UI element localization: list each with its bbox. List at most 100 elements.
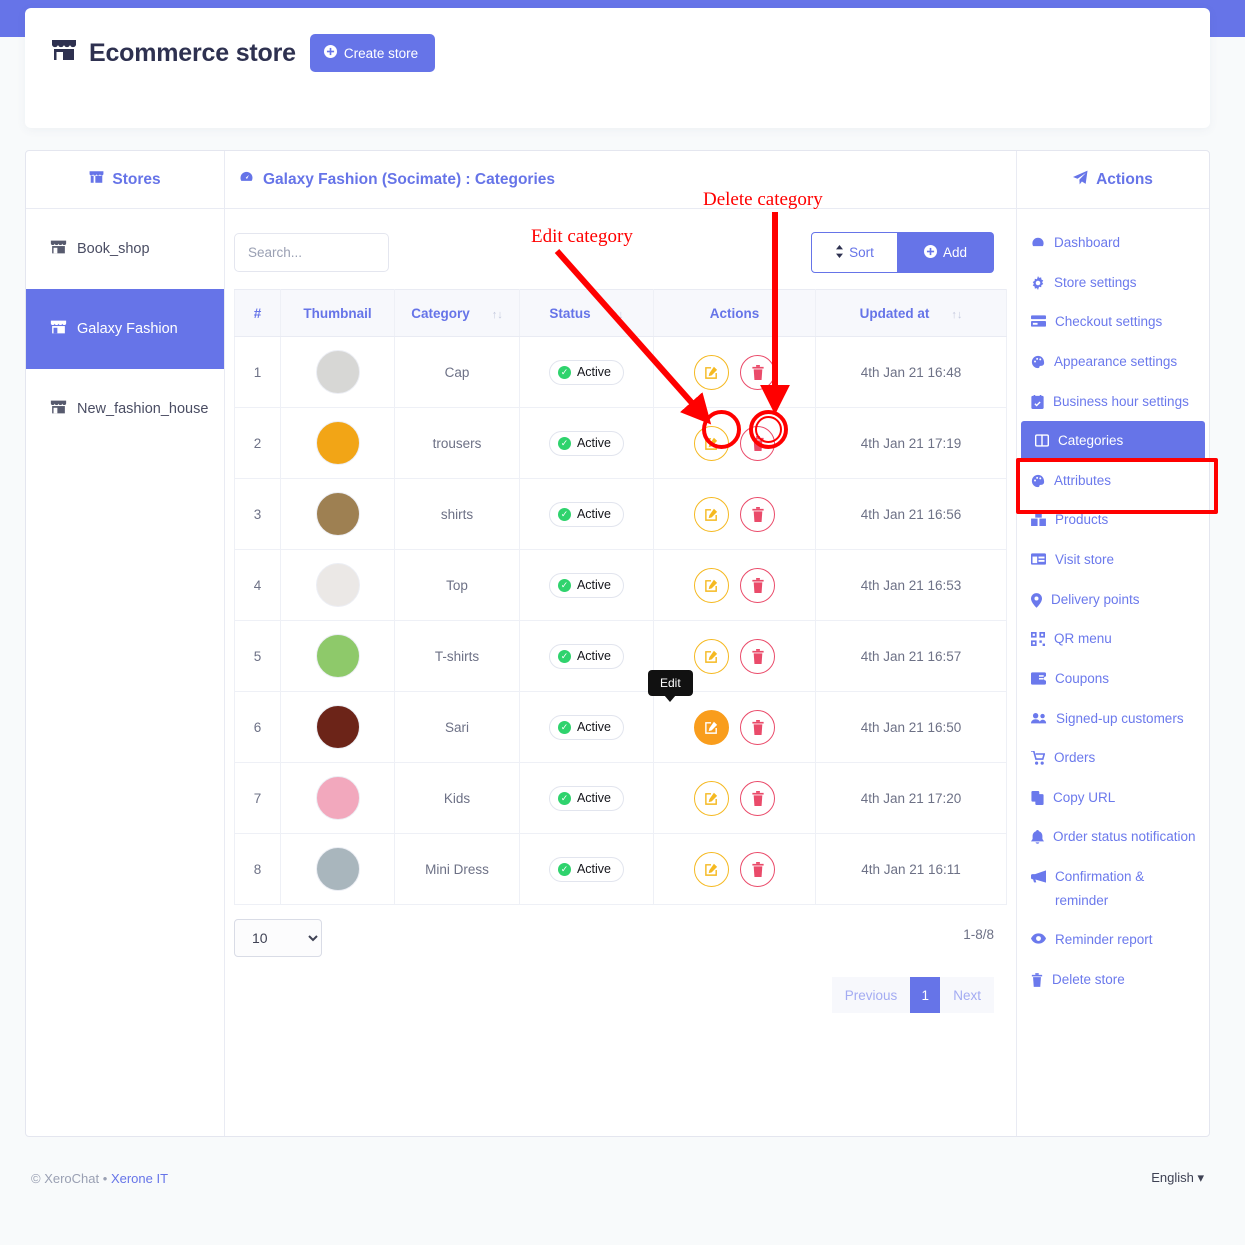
- edit-category-button[interactable]: [694, 496, 729, 532]
- delete-category-button[interactable]: [740, 638, 775, 674]
- avatar: [315, 634, 360, 678]
- delete-category-button[interactable]: [740, 496, 775, 532]
- action-item-categories[interactable]: Categories: [1021, 421, 1205, 461]
- column-header-updated-at[interactable]: Updated at ↑↓: [815, 289, 1007, 337]
- action-item-delete-store[interactable]: Delete store: [1017, 960, 1209, 1000]
- language-selector[interactable]: English ▾: [1151, 1170, 1204, 1186]
- column-header-category[interactable]: Category ↑↓: [394, 289, 520, 337]
- add-button[interactable]: Add: [898, 232, 994, 273]
- pagination-previous[interactable]: Previous: [831, 977, 911, 1013]
- action-item-order-status-notification[interactable]: Order status notification: [1017, 817, 1209, 857]
- edit-category-button[interactable]: [694, 425, 729, 461]
- palette-icon: [1031, 469, 1045, 488]
- action-item-reminder-report[interactable]: Reminder report: [1017, 920, 1209, 960]
- create-store-button[interactable]: Create store: [309, 34, 436, 72]
- footer-vendor-link[interactable]: Xerone IT: [111, 1171, 168, 1186]
- action-item-dashboard[interactable]: Dashboard: [1017, 223, 1209, 263]
- action-item-attributes[interactable]: Attributes: [1017, 461, 1209, 501]
- edit-category-button[interactable]: [694, 354, 729, 390]
- action-item-label: Attributes: [1054, 472, 1112, 488]
- row-action-group: [655, 496, 814, 532]
- edit-category-button[interactable]: [694, 567, 729, 603]
- delete-category-button[interactable]: [740, 567, 775, 603]
- table-row: 5 T-shirts ✓ Active 4th Jan 21 16:57: [234, 620, 1007, 692]
- status-badge: ✓ Active: [548, 714, 625, 740]
- edit-category-button[interactable]: [694, 709, 729, 745]
- delete-category-button[interactable]: [740, 780, 775, 816]
- cell-index: 7: [234, 762, 281, 834]
- action-item-appearance-settings[interactable]: Appearance settings: [1017, 342, 1209, 382]
- edit-category-button[interactable]: [694, 851, 729, 887]
- check-circle-icon: ✓: [557, 507, 571, 521]
- store-item-galaxy-fashion[interactable]: Galaxy Fashion: [26, 289, 224, 369]
- column-header-actions: Actions: [653, 289, 816, 337]
- store-item-label: Book_shop: [77, 241, 150, 257]
- record-count: 1-8/8: [963, 927, 994, 942]
- action-item-signed-up-customers[interactable]: Signed-up customers: [1017, 699, 1209, 739]
- action-item-products[interactable]: Products: [1017, 500, 1209, 540]
- edit-category-button[interactable]: [694, 780, 729, 816]
- pagination-next[interactable]: Next: [940, 977, 994, 1013]
- store-item-book-shop[interactable]: Book_shop: [26, 209, 224, 289]
- cell-updated-at: 4th Jan 21 17:19: [815, 407, 1007, 479]
- column-label: Updated at: [859, 305, 930, 321]
- page-length-select[interactable]: 102550100: [234, 919, 322, 957]
- action-item-coupons[interactable]: Coupons: [1017, 659, 1209, 699]
- table-body: 1 Cap ✓ Active 4th Jan 21 16:48 2 trousers ✓ Act…: [234, 336, 1007, 905]
- actions-list: Dashboard Store settings Checkout settings…: [1017, 209, 1209, 1000]
- edit-category-button[interactable]: [694, 638, 729, 674]
- column-header-status[interactable]: Status ↑↓: [519, 289, 654, 337]
- table-header: # Thumbnail Category ↑↓ Status ↑↓ Actions …: [234, 289, 1007, 337]
- delete-category-button[interactable]: [740, 425, 775, 461]
- cell-actions: [653, 336, 816, 408]
- action-item-orders[interactable]: Orders: [1017, 738, 1209, 778]
- pagination: Previous 1 Next: [225, 957, 1016, 1013]
- action-item-label: Coupons: [1055, 670, 1110, 686]
- actions-heading: Actions: [1017, 151, 1209, 209]
- create-store-label: Create store: [343, 45, 419, 61]
- caret-down-icon: ▾: [1197, 1170, 1204, 1185]
- footer-copyright: © XeroChat: [31, 1170, 100, 1186]
- cell-category: T-shirts: [394, 620, 520, 692]
- action-item-confirmation-reminder[interactable]: Confirmation & reminder: [1017, 857, 1209, 920]
- status-badge: ✓ Active: [548, 430, 625, 456]
- status-badge: ✓ Active: [548, 643, 625, 669]
- delete-category-button[interactable]: [740, 354, 775, 390]
- store-item-new-fashion-house[interactable]: New_fashion_house: [26, 369, 224, 449]
- sort-indicator-icon: ↑↓: [491, 308, 503, 321]
- store-icon: [50, 400, 67, 418]
- action-item-copy-url[interactable]: Copy URL: [1017, 778, 1209, 818]
- page-title: Ecommerce store: [51, 39, 296, 68]
- pagination-page-1[interactable]: 1: [910, 977, 941, 1013]
- row-action-group: [655, 638, 814, 674]
- cell-thumbnail: [280, 407, 395, 479]
- search-input[interactable]: [234, 233, 389, 272]
- categories-title-text: Galaxy Fashion (Socimate) : Categories: [263, 170, 556, 188]
- action-item-visit-store[interactable]: Visit store: [1017, 540, 1209, 580]
- action-item-qr-menu[interactable]: QR menu: [1017, 619, 1209, 659]
- action-item-checkout-settings[interactable]: Checkout settings: [1017, 302, 1209, 342]
- cell-thumbnail: [280, 549, 395, 621]
- check-circle-icon: ✓: [557, 578, 571, 592]
- categories-toolbar: Sort Add: [225, 209, 1016, 289]
- categories-column: Galaxy Fashion (Socimate) : Categories S…: [225, 151, 1017, 1136]
- action-item-store-settings[interactable]: Store settings: [1017, 263, 1209, 303]
- sort-button[interactable]: Sort: [811, 232, 898, 273]
- delete-category-button[interactable]: [740, 851, 775, 887]
- edit-tooltip: Edit: [648, 669, 693, 702]
- copy-icon: [1031, 786, 1044, 805]
- eye-icon: [1031, 928, 1046, 944]
- action-item-business-hour-settings[interactable]: Business hour settings: [1017, 382, 1209, 422]
- check-circle-icon: ✓: [557, 365, 571, 379]
- action-item-label: Categories: [1058, 433, 1124, 449]
- users-icon: [1031, 707, 1047, 724]
- toolbar-buttons: Sort Add: [811, 232, 994, 273]
- cell-updated-at: 4th Jan 21 17:20: [815, 762, 1007, 834]
- delete-category-button[interactable]: [740, 709, 775, 745]
- action-item-delivery-points[interactable]: Delivery points: [1017, 580, 1209, 620]
- trash-icon: [1031, 968, 1043, 987]
- stores-list: Book_shop Galaxy Fashion New_fashion_hou…: [26, 209, 224, 449]
- cell-index: 5: [234, 620, 281, 692]
- brand-row: Ecommerce store Create store: [51, 34, 436, 72]
- column-label: Category: [411, 305, 470, 321]
